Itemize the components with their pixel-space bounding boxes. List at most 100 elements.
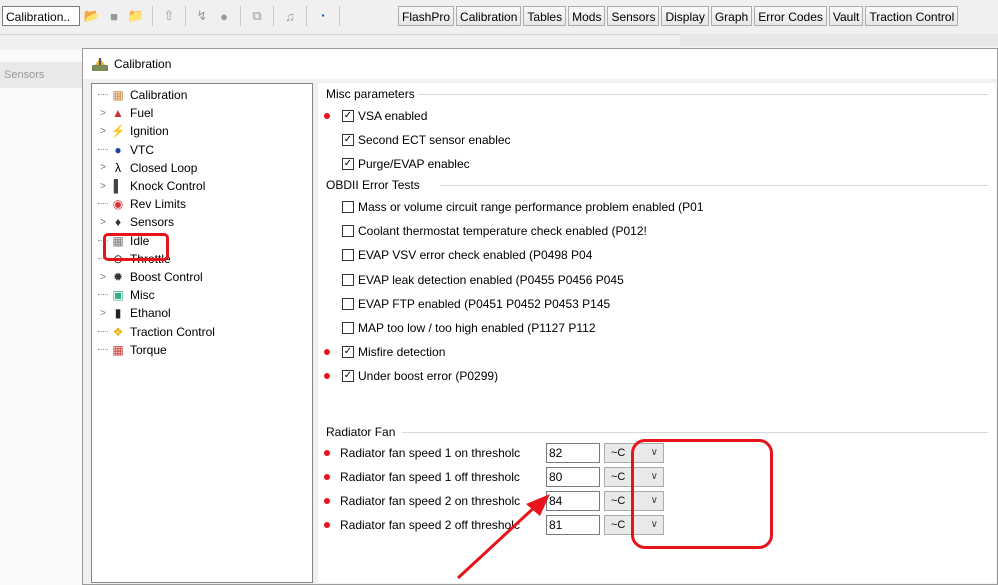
unchecked-checkbox[interactable] [342,225,354,238]
folder-icon[interactable]: 📁 [126,5,146,27]
checked-checkbox[interactable]: ✓ [342,370,354,383]
toolbar-separator [152,6,153,26]
checked-checkbox[interactable]: ✓ [342,110,354,122]
fan-threshold-input[interactable]: 80 [546,467,600,487]
radiator-fan-group-title: Radiator Fan [326,425,396,439]
save-icon[interactable]: ■ [104,5,124,27]
vtc-icon: ● [114,142,122,157]
tree-connector [98,148,108,151]
checkbox-row[interactable]: ✓ Misfire detection [342,342,445,362]
checkbox-row[interactable]: ✓ Purge/EVAP enablec [342,154,470,174]
expand-chevron-icon[interactable]: > [98,126,108,137]
copy-icon[interactable]: ⧉ [247,5,267,27]
menu-button-flashpro[interactable]: FlashPro [398,6,455,26]
fan-threshold-input[interactable]: 82 [546,443,600,463]
main-toolbar: Calibration.. 📂 ■ 📁 ⇧ ↯ ● ⧉ ♫ ᛫ FlashPro… [0,0,998,35]
required-marker-dot [324,450,330,456]
tree-item-boost-control[interactable]: > ✹ Boost Control [98,268,203,286]
toolbar-separator [306,6,307,26]
menu-button-error-codes[interactable]: Error Codes [754,6,827,26]
tree-item-closed-loop[interactable]: > λ Closed Loop [98,159,197,177]
misc-parameters-group-title: Misc parameters [326,87,415,101]
expand-chevron-icon[interactable]: > [98,272,108,283]
unchecked-checkbox[interactable] [342,201,354,213]
tree-item-torque[interactable]: ▦ Torque [98,341,167,359]
menu-button-graph[interactable]: Graph [710,6,753,26]
checkbox-row[interactable]: ✓ Second ECT sensor enablec [342,130,511,150]
menu-button-calibration[interactable]: Calibration [456,6,522,26]
group-divider [418,94,988,95]
checkbox-label: Second ECT sensor enablec [358,133,511,147]
checked-checkbox[interactable]: ✓ [342,346,354,359]
menu-button-sensors[interactable]: Sensors [607,6,660,26]
music-icon[interactable]: ♫ [280,5,300,27]
menu-button-display[interactable]: Display [661,6,709,26]
background-left-panel [0,50,83,585]
flash-icon[interactable]: ↯ [192,5,212,27]
tree-item-fuel[interactable]: > ▲ Fuel [98,104,153,122]
tree-item-misc[interactable]: ▣ Misc [98,286,155,304]
ignition-icon: ⚡ [110,124,126,139]
checkbox-row[interactable]: Mass or volume circuit range performance… [342,197,704,217]
upload-icon[interactable]: ⇧ [159,5,179,27]
expand-chevron-icon[interactable]: > [98,162,108,173]
toolbar-separator [273,6,274,26]
rev-limits-icon: ◉ [112,197,124,212]
tree-item-sensors[interactable]: > ♦ Sensors [98,213,174,231]
tree-item-label: Fuel [130,106,154,121]
toolbar-separator [185,6,186,26]
tree-item-vtc[interactable]: ● VTC [98,141,154,159]
tree-item-ethanol[interactable]: > ▮ Ethanol [98,304,171,322]
radiator-fan-red-highlight [631,439,773,549]
checked-checkbox[interactable]: ✓ [342,134,354,146]
boost-icon: ✹ [112,270,124,284]
tree-item-knock-control[interactable]: > ▌ Knock Control [98,177,205,195]
record-icon[interactable]: ● [214,5,234,27]
tree-item-label: Ignition [130,124,169,139]
background-tab-strip [680,34,998,46]
expand-chevron-icon[interactable]: > [98,217,108,228]
checkbox-label: Coolant thermostat temperature check ena… [358,224,647,239]
checked-checkbox[interactable]: ✓ [342,158,354,170]
checkbox-row[interactable]: Coolant thermostat temperature check ena… [342,221,647,241]
required-marker-dot [324,522,330,528]
unchecked-checkbox[interactable] [342,322,354,334]
required-marker-dot [324,498,330,504]
required-marker-dot [324,349,330,356]
unchecked-checkbox[interactable] [342,297,354,310]
bluetooth-icon[interactable]: ᛫ [313,5,333,27]
obd-error-tests-group-title: OBDII Error Tests [326,178,420,192]
tree-item-label: Ethanol [130,306,171,321]
misc-red-highlight [103,233,169,261]
expand-chevron-icon[interactable]: > [98,181,108,192]
unchecked-checkbox[interactable] [342,249,354,262]
checkbox-row[interactable]: EVAP FTP enabled (P0451 P0452 P0453 P145 [342,294,610,314]
checkbox-label: EVAP leak detection enabled (P0455 P0456… [358,272,624,287]
checkbox-row[interactable]: EVAP VSV error check enabled (P0498 P04 [342,245,592,265]
tree-item-traction-control[interactable]: ❖ Traction Control [98,323,215,341]
tree-item-calibration[interactable]: ▦ Calibration [98,86,187,104]
checkbox-row[interactable]: EVAP leak detection enabled (P0455 P0456… [342,270,624,290]
menu-button-vault[interactable]: Vault [828,6,864,26]
open-folder-icon[interactable]: 📂 [82,5,102,27]
ethanol-icon: ▮ [114,306,122,321]
expand-chevron-icon[interactable]: > [98,108,108,119]
toolbar-separator [339,6,340,26]
menu-button-tables[interactable]: Tables [523,6,567,26]
checkbox-label: Purge/EVAP enablec [358,157,470,171]
checkbox-row[interactable]: ✓ Under boost error (P0299) [342,366,498,386]
expand-chevron-icon[interactable]: > [98,308,108,319]
menu-button-bar: FlashPro Calibration Tables Mods Sensors Disp… [398,6,960,26]
calibration-combo[interactable]: Calibration.. [2,6,80,26]
tree-item-label: Misc [130,288,155,303]
tree-item-ignition[interactable]: > ⚡ Ignition [98,122,169,140]
menu-button-mods[interactable]: Mods [568,6,606,26]
checkbox-row[interactable]: ✓ VSA enabled [342,106,427,126]
tree-item-label: Torque [130,342,167,357]
red-arrow-annotation [456,494,550,580]
tree-item-rev-limits[interactable]: ◉ Rev Limits [98,195,186,213]
tree-item-label: Calibration [130,88,188,102]
unchecked-checkbox[interactable] [342,273,354,286]
checkbox-row[interactable]: MAP too low / too high enabled (P1127 P1… [342,318,596,338]
menu-button-traction-control[interactable]: Traction Control [865,6,959,26]
